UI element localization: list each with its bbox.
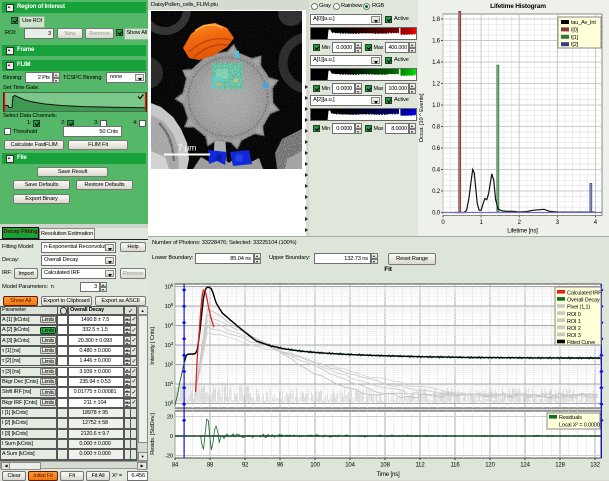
svg-text:Occur. [10 ^ Events]: Occur. [10 ^ Events] — [419, 93, 425, 142]
svg-text:Resids. [StdDev.]: Resids. [StdDev.] — [150, 413, 156, 455]
svg-text:Time [ns]: Time [ns] — [376, 472, 400, 478]
svg-text:0.4: 0.4 — [432, 168, 441, 174]
svg-text:100: 100 — [310, 463, 320, 469]
svg-text:120: 120 — [485, 463, 495, 469]
svg-text:0.6: 0.6 — [432, 146, 441, 152]
svg-text:ROI 3: ROI 3 — [567, 333, 581, 339]
svg-text:1: 1 — [480, 220, 484, 226]
svg-text:103: 103 — [165, 341, 174, 349]
svg-text:I[0]: I[0] — [571, 27, 579, 33]
svg-text:0.8: 0.8 — [432, 125, 441, 131]
svg-text:4: 4 — [594, 220, 598, 226]
svg-text:Fitted Curve: Fitted Curve — [567, 340, 595, 346]
svg-text:ROI 0: ROI 0 — [567, 312, 581, 318]
svg-text:116: 116 — [450, 463, 460, 469]
svg-text:7 µm: 7 µm — [178, 143, 197, 153]
svg-text:ROI 1: ROI 1 — [567, 319, 581, 325]
svg-text:1.6: 1.6 — [432, 39, 441, 45]
svg-text:Intensity [ Cnts]: Intensity [ Cnts] — [150, 327, 156, 365]
svg-text:Lifetime [ns]: Lifetime [ns] — [507, 229, 538, 235]
svg-text:I[1]: I[1] — [571, 35, 579, 41]
svg-text:Pixel (1,1): Pixel (1,1) — [567, 305, 590, 311]
svg-text:0: 0 — [441, 220, 445, 226]
svg-text:Residuals: Residuals — [559, 415, 582, 421]
svg-text:112: 112 — [415, 463, 425, 469]
svg-text:96: 96 — [277, 463, 284, 469]
svg-text:106: 106 — [165, 283, 174, 291]
svg-text:Calculated IRF: Calculated IRF — [567, 291, 602, 297]
svg-text:0.0: 0.0 — [432, 211, 441, 217]
svg-text:20: 20 — [167, 415, 173, 421]
svg-text:128: 128 — [555, 463, 565, 469]
svg-text:-20: -20 — [165, 454, 173, 460]
svg-text:I[2]: I[2] — [571, 42, 579, 48]
svg-text:ROI 2: ROI 2 — [567, 326, 581, 332]
svg-text:104: 104 — [345, 463, 355, 469]
svg-text:84: 84 — [172, 463, 179, 469]
svg-text:0.2: 0.2 — [432, 189, 441, 195]
svg-text:Local X² = 0.0000: Local X² = 0.0000 — [559, 423, 600, 429]
svg-text:1.4: 1.4 — [432, 60, 441, 66]
svg-text:1.8: 1.8 — [432, 17, 441, 23]
svg-text:1.2: 1.2 — [432, 82, 441, 88]
svg-text:100: 100 — [165, 400, 174, 408]
svg-text:Overall Decay: Overall Decay — [567, 298, 600, 304]
svg-text:101: 101 — [165, 380, 174, 388]
svg-text:3: 3 — [556, 220, 560, 226]
svg-text:2: 2 — [518, 220, 522, 226]
svg-text:124: 124 — [520, 463, 530, 469]
svg-text:1.0: 1.0 — [432, 103, 441, 109]
svg-text:108: 108 — [380, 463, 390, 469]
svg-text:0: 0 — [170, 434, 173, 440]
svg-text:105: 105 — [165, 302, 174, 310]
svg-text:104: 104 — [165, 322, 174, 330]
svg-text:132: 132 — [590, 463, 600, 469]
svg-text:88: 88 — [207, 463, 214, 469]
svg-text:92: 92 — [242, 463, 249, 469]
svg-text:102: 102 — [165, 361, 174, 369]
svg-text:tau_Av_Int: tau_Av_Int — [571, 20, 596, 26]
